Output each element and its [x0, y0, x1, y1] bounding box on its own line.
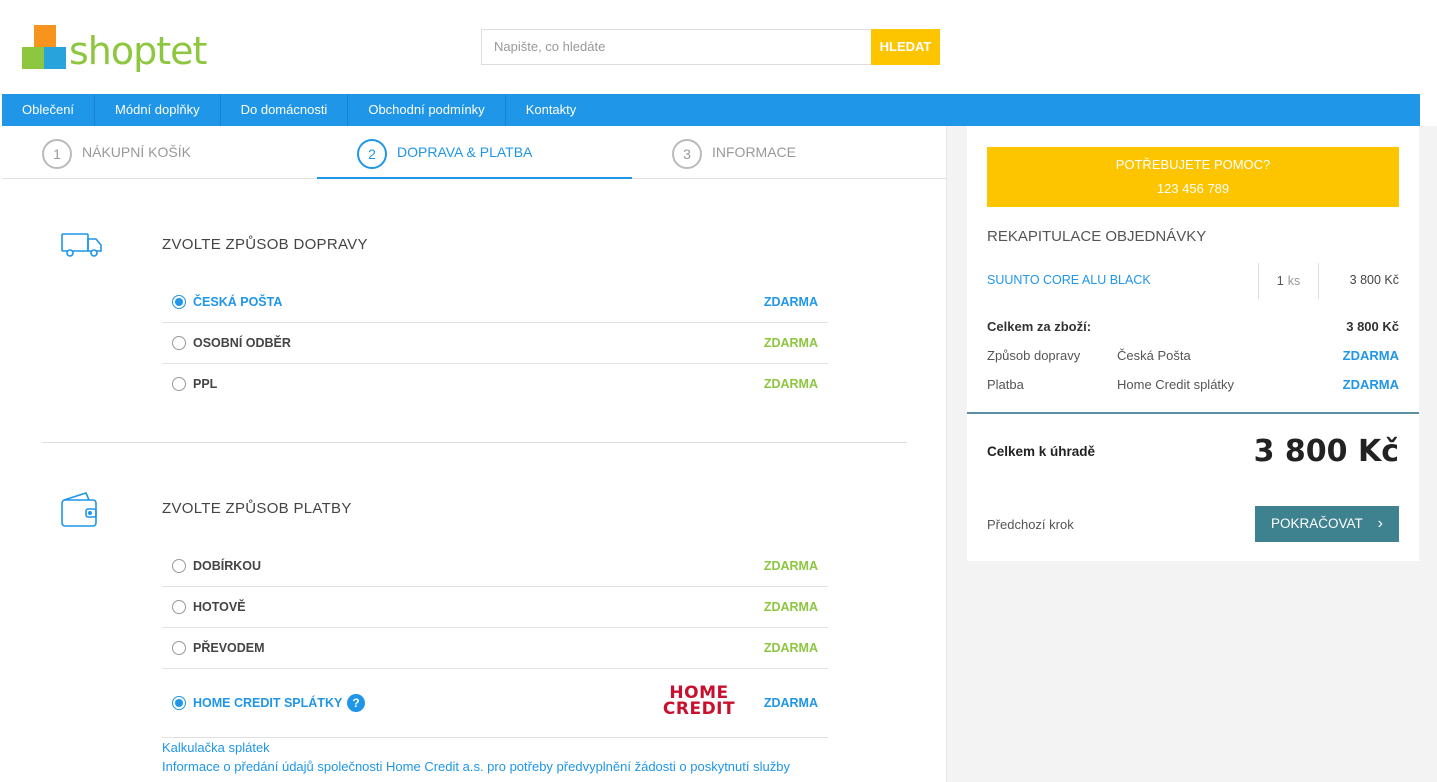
- step-label: Doprava & platba: [397, 144, 533, 160]
- item-name[interactable]: Suunto Core Alu Black: [987, 273, 1151, 287]
- order-summary: POTŘEBUJETE POMOC? 123 456 789 Rekapitul…: [967, 126, 1419, 561]
- help-title: POTŘEBUJETE POMOC?: [1115, 157, 1271, 172]
- subtotal-row: Celkem za zboží: 3 800 Kč: [987, 319, 1399, 334]
- option-label: PPL: [193, 377, 218, 391]
- continue-button[interactable]: Pokračovat ›: [1255, 506, 1399, 542]
- shipping-row: Způsob dopravy Česká Pošta ZDARMA: [987, 348, 1399, 363]
- logo-text: shoptet: [69, 29, 207, 73]
- option-price: ZDARMA: [763, 336, 818, 350]
- item-price: 3 800 Kč: [1349, 273, 1399, 287]
- payment-option[interactable]: Převodem ZDARMA: [162, 628, 828, 669]
- radio-button[interactable]: [172, 559, 186, 573]
- logo-square-green: [22, 47, 44, 69]
- payment-value: Home Credit splátky: [1117, 377, 1235, 392]
- payment-price: ZDARMA: [1342, 377, 1399, 392]
- qty-value: 1: [1276, 274, 1284, 288]
- step-number: 3: [672, 139, 702, 169]
- shipping-price: ZDARMA: [1342, 348, 1399, 363]
- step-label: Informace: [712, 144, 796, 160]
- nav-item-obleceni[interactable]: Oblečení: [2, 94, 96, 126]
- installment-calculator-link[interactable]: Kalkulačka splátek: [162, 740, 270, 755]
- subtotal-value: 3 800 Kč: [1346, 319, 1399, 334]
- nav-item-obchodni-podminky[interactable]: Obchodní podmínky: [348, 94, 506, 126]
- option-price: ZDARMA: [763, 641, 818, 655]
- radio-button[interactable]: [172, 696, 186, 710]
- option-price: ZDARMA: [763, 696, 818, 710]
- summary-divider: [967, 412, 1419, 414]
- checkout-steps: 1 Nákupní košík 2 Doprava & platba 3 Inf…: [2, 126, 947, 179]
- search-input[interactable]: Napište, co hledáte: [481, 29, 872, 65]
- radio-button[interactable]: [172, 641, 186, 655]
- step-label: Nákupní košík: [82, 144, 191, 160]
- option-label: Česká pošta: [193, 295, 283, 309]
- main-nav: Oblečení Módní doplňky Do domácnosti Obc…: [2, 94, 1420, 126]
- radio-button[interactable]: [172, 336, 186, 350]
- nav-item-modni-doplnky[interactable]: Módní doplňky: [95, 94, 221, 126]
- shipping-option[interactable]: PPL ZDARMA: [162, 364, 828, 405]
- header: shoptet Napište, co hledáte HLEDAT: [0, 0, 1437, 94]
- option-price: ZDARMA: [763, 600, 818, 614]
- home-credit-info-link[interactable]: Informace o předání údajů společnosti Ho…: [162, 759, 790, 774]
- recap-title: Rekapitulace objednávky: [987, 228, 1207, 245]
- total-label: Celkem k úhradě: [987, 444, 1096, 459]
- continue-label: Pokračovat: [1271, 516, 1363, 531]
- nav-item-kontakty[interactable]: Kontakty: [506, 94, 597, 126]
- qty-unit: ks: [1287, 274, 1301, 288]
- option-price: ZDARMA: [763, 559, 818, 573]
- chevron-right-icon: ›: [1377, 515, 1383, 532]
- shipping-option[interactable]: Osobní odběr ZDARMA: [162, 323, 828, 364]
- payment-label: Platba: [987, 377, 1024, 392]
- help-box: POTŘEBUJETE POMOC? 123 456 789: [987, 147, 1399, 207]
- radio-button[interactable]: [172, 295, 186, 309]
- option-label: Home Credit splátky: [193, 696, 343, 710]
- payment-option[interactable]: Hotově ZDARMA: [162, 587, 828, 628]
- help-phone[interactable]: 123 456 789: [987, 177, 1399, 201]
- option-label: Dobírkou: [193, 559, 262, 573]
- item-quantity: 1 ks: [1258, 263, 1319, 299]
- step-shipping-payment[interactable]: 2 Doprava & platba: [317, 126, 632, 179]
- step-number: 1: [42, 139, 72, 169]
- search-button[interactable]: HLEDAT: [871, 29, 940, 65]
- section-divider: [42, 442, 907, 443]
- shipping-value: Česká Pošta: [1117, 348, 1191, 363]
- shipping-option[interactable]: Česká pošta ZDARMA: [162, 282, 828, 323]
- home-credit-logo: HOME CREDIT: [659, 685, 739, 719]
- radio-button[interactable]: [172, 600, 186, 614]
- option-price: ZDARMA: [763, 295, 818, 309]
- step-information[interactable]: 3 Informace: [632, 126, 947, 179]
- truck-icon: [60, 230, 104, 263]
- total-value: 3 800 Kč: [1253, 434, 1399, 469]
- logo-square-blue: [44, 47, 66, 69]
- step-cart[interactable]: 1 Nákupní košík: [2, 126, 317, 179]
- previous-step-link[interactable]: Předchozí krok: [987, 517, 1074, 532]
- nav-item-do-domacnosti[interactable]: Do domácnosti: [221, 94, 349, 126]
- payment-row: Platba Home Credit splátky ZDARMA: [987, 377, 1399, 392]
- option-price: ZDARMA: [763, 377, 818, 391]
- shipping-label: Způsob dopravy: [987, 348, 1081, 363]
- wallet-icon: [60, 490, 100, 533]
- logo-line: CREDIT: [662, 699, 736, 719]
- step-number: 2: [357, 139, 387, 169]
- checkout-main: 1 Nákupní košík 2 Doprava & platba 3 Inf…: [2, 126, 947, 782]
- logo-square-orange: [34, 25, 56, 47]
- option-label: Převodem: [193, 641, 265, 655]
- radio-button[interactable]: [172, 377, 186, 391]
- payment-option[interactable]: Dobírkou ZDARMA: [162, 546, 828, 587]
- payment-option[interactable]: Home Credit splátky ? HOME CREDIT ZDARMA: [162, 669, 828, 738]
- shipping-title: Zvolte způsob dopravy: [162, 236, 368, 253]
- subtotal-label: Celkem za zboží:: [987, 319, 1092, 334]
- option-label: Hotově: [193, 600, 246, 614]
- help-icon[interactable]: ?: [347, 694, 365, 712]
- payment-title: Zvolte způsob platby: [162, 500, 352, 517]
- option-label: Osobní odběr: [193, 336, 291, 350]
- shoptet-logo[interactable]: shoptet: [22, 25, 207, 75]
